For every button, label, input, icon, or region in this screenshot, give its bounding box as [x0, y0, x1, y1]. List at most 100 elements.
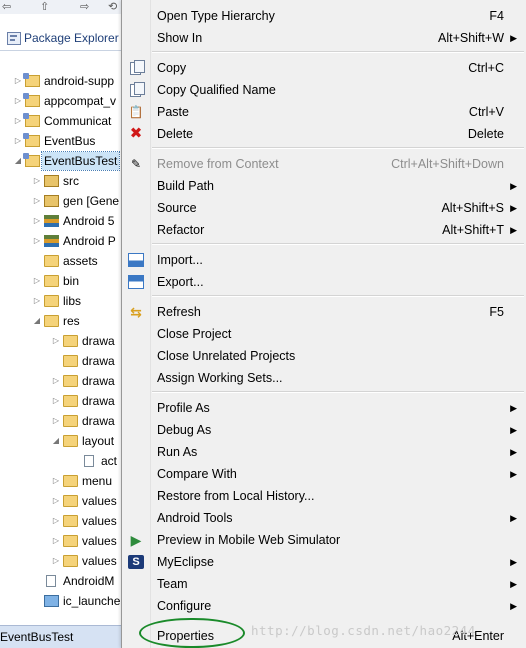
menu-item-copy-qualified-name[interactable]: Copy Qualified Name [122, 79, 526, 101]
submenu-arrow-icon: ▶ [510, 403, 517, 413]
package-explorer-tab[interactable]: Package Explorer [0, 24, 130, 52]
folder-icon [44, 295, 59, 307]
tree-item-label: drawa [82, 354, 115, 368]
submenu-arrow-icon: ▶ [510, 225, 517, 235]
folder-icon [63, 375, 78, 387]
preview-icon: ▶ [130, 532, 142, 548]
copy-icon [130, 60, 145, 75]
collapsed-arrow-icon[interactable]: ▷ [13, 72, 23, 90]
source-folder-icon [44, 195, 59, 207]
menu-item-label: MyEclipse [157, 555, 214, 569]
collapsed-arrow-icon[interactable]: ▷ [51, 392, 61, 410]
copy-qualified-icon [130, 82, 145, 97]
menu-item-paste[interactable]: 📋 Paste Ctrl+V [122, 101, 526, 123]
expanded-arrow-icon[interactable]: ◢ [13, 152, 23, 170]
menu-item-label: Run As [157, 445, 198, 459]
collapsed-arrow-icon[interactable]: ▷ [13, 112, 23, 130]
menu-item-show-in[interactable]: Show In Alt+Shift+W ▶ [122, 27, 526, 49]
menu-item-preview-in-mobile-web-simulator[interactable]: ▶ Preview in Mobile Web Simulator [122, 529, 526, 551]
menu-item-refactor[interactable]: Refactor Alt+Shift+T ▶ [122, 219, 526, 241]
menu-item-run-as[interactable]: Run As ▶ [122, 441, 526, 463]
menu-item-restore-from-local-history[interactable]: Restore from Local History... [122, 485, 526, 507]
menu-item-open-type-hierarchy[interactable]: Open Type Hierarchy F4 [122, 5, 526, 27]
collapsed-arrow-icon[interactable]: ▷ [51, 372, 61, 390]
menu-separator [152, 51, 524, 53]
submenu-arrow-icon: ▶ [510, 557, 517, 567]
menu-item-label: Restore from Local History... [157, 489, 315, 503]
collapsed-arrow-icon[interactable]: ▷ [32, 192, 42, 210]
tree-item-label: EventBus [44, 134, 96, 148]
tree-item-label: AndroidM [63, 574, 115, 588]
up-icon[interactable]: ⇧ [40, 0, 49, 13]
menu-item-shortcut: Delete [467, 127, 504, 141]
menu-item-import[interactable]: Import... [122, 249, 526, 271]
collapsed-arrow-icon[interactable]: ▷ [32, 212, 42, 230]
menu-item-build-path[interactable]: Build Path ▶ [122, 175, 526, 197]
menu-item-refresh[interactable]: ⇆ Refresh F5 [122, 301, 526, 323]
delete-icon: ✖ [129, 125, 143, 142]
menu-item-compare-with[interactable]: Compare With ▶ [122, 463, 526, 485]
collapsed-arrow-icon[interactable]: ▷ [51, 552, 61, 570]
submenu-arrow-icon: ▶ [510, 601, 517, 611]
context-menu: Open Type Hierarchy F4 Show In Alt+Shift+W ▶… [121, 0, 526, 648]
menu-item-label: Refactor [157, 223, 205, 237]
menu-item-label: Source [157, 201, 197, 215]
collapsed-arrow-icon[interactable]: ▷ [13, 92, 23, 110]
tree-item-label: values [82, 494, 117, 508]
folder-icon [63, 495, 78, 507]
menu-item-export[interactable]: Export... [122, 271, 526, 293]
tree-item-label: values [82, 514, 117, 528]
forward-icon[interactable]: ⇨ [80, 0, 89, 13]
submenu-arrow-icon: ▶ [510, 33, 517, 43]
paste-icon: 📋 [128, 105, 144, 119]
back-icon[interactable]: ⇦ [2, 0, 11, 13]
sync-icon[interactable]: ⟲ [108, 0, 117, 13]
tree-item-label: android-supp [44, 74, 115, 88]
menu-item-assign-working-sets[interactable]: Assign Working Sets... [122, 367, 526, 389]
tree-item-label: res [63, 314, 80, 328]
menu-item-profile-as[interactable]: Profile As ▶ [122, 397, 526, 419]
folder-icon [63, 555, 78, 567]
menu-item-label: Copy Qualified Name [157, 83, 276, 97]
menu-item-label: Open Type Hierarchy [157, 9, 275, 23]
menu-item-label: Compare With [157, 467, 237, 481]
project-icon [23, 93, 40, 107]
expanded-arrow-icon[interactable]: ◢ [32, 312, 42, 330]
collapsed-arrow-icon[interactable]: ▷ [32, 292, 42, 310]
menu-item-source[interactable]: Source Alt+Shift+S ▶ [122, 197, 526, 219]
menu-item-close-project[interactable]: Close Project [122, 323, 526, 345]
tree-item-label: Android 5 [63, 214, 115, 228]
collapsed-arrow-icon[interactable]: ▷ [51, 472, 61, 490]
menu-item-close-unrelated-projects[interactable]: Close Unrelated Projects [122, 345, 526, 367]
menu-item-configure[interactable]: Configure ▶ [122, 595, 526, 617]
menu-item-team[interactable]: Team ▶ [122, 573, 526, 595]
collapsed-arrow-icon[interactable]: ▷ [51, 532, 61, 550]
collapsed-arrow-icon[interactable]: ▷ [51, 492, 61, 510]
menu-separator [152, 147, 524, 149]
watermark: http://blog.csdn.net/hao2244 [251, 623, 476, 638]
collapsed-arrow-icon[interactable]: ▷ [32, 232, 42, 250]
expanded-arrow-icon[interactable]: ◢ [51, 432, 61, 450]
menu-item-myeclipse[interactable]: S MyEclipse ▶ [122, 551, 526, 573]
menu-item-label: Close Project [157, 327, 232, 341]
package-explorer-title: Package Explorer [24, 31, 119, 45]
collapsed-arrow-icon[interactable]: ▷ [13, 132, 23, 150]
menu-item-android-tools[interactable]: Android Tools ▶ [122, 507, 526, 529]
folder-icon [63, 535, 78, 547]
menu-item-copy[interactable]: Copy Ctrl+C [122, 57, 526, 79]
source-folder-icon [44, 175, 59, 187]
menu-item-debug-as[interactable]: Debug As ▶ [122, 419, 526, 441]
menu-separator [152, 295, 524, 297]
menu-item-shortcut: Ctrl+C [468, 61, 504, 75]
collapsed-arrow-icon[interactable]: ▷ [32, 172, 42, 190]
tree-item-label: drawa [82, 414, 115, 428]
tree-item-label: EventBusTest [40, 151, 121, 171]
collapsed-arrow-icon[interactable]: ▷ [51, 332, 61, 350]
menu-item-delete[interactable]: ✖ Delete Delete [122, 123, 526, 145]
collapsed-arrow-icon[interactable]: ▷ [51, 412, 61, 430]
library-icon [44, 235, 59, 247]
folder-icon [44, 315, 59, 327]
collapsed-arrow-icon[interactable]: ▷ [51, 512, 61, 530]
myeclipse-icon: S [128, 555, 144, 569]
collapsed-arrow-icon[interactable]: ▷ [32, 272, 42, 290]
